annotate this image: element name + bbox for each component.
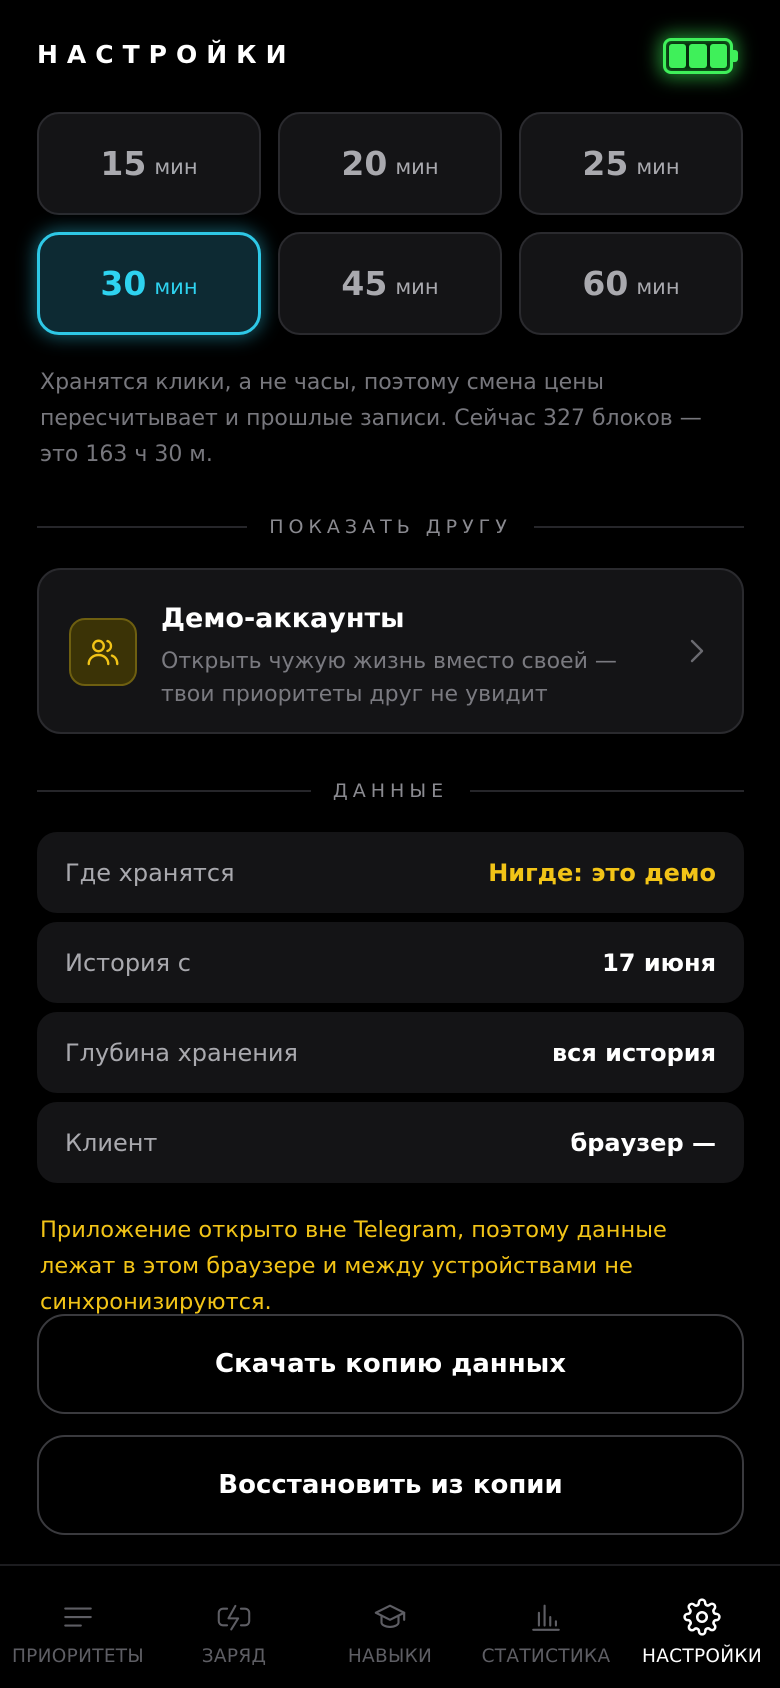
interval-option-60[interactable]: 60 мин: [519, 232, 743, 335]
tab-charge[interactable]: ЗАРЯД: [156, 1566, 312, 1688]
graduation-cap-icon: [372, 1596, 408, 1638]
tab-statistics[interactable]: СТАТИСТИКА: [468, 1566, 624, 1688]
demo-accounts-card[interactable]: Демо-аккаунты Открыть чужую жизнь вместо…: [37, 568, 744, 734]
interval-value: 60: [582, 264, 629, 303]
row-label: Где хранятся: [65, 858, 235, 887]
demo-card-title: Демо-аккаунты: [161, 603, 405, 634]
tab-settings[interactable]: НАСТРОЙКИ: [624, 1566, 780, 1688]
row-label: История с: [65, 948, 191, 977]
battery-full-icon: [663, 38, 738, 74]
interval-unit: мин: [154, 154, 198, 179]
interval-note: Хранятся клики, а не часы, поэтому смена…: [40, 370, 702, 467]
row-value: Нигде: это демо: [488, 858, 716, 887]
tab-label: НАСТРОЙКИ: [641, 1646, 762, 1667]
interval-unit: мин: [395, 154, 439, 179]
section-heading-data: ДАННЫЕ: [332, 780, 449, 802]
interval-unit: мин: [636, 154, 680, 179]
interval-value: 25: [582, 144, 629, 183]
row-label: Клиент: [65, 1128, 158, 1157]
restore-backup-button[interactable]: Восстановить из копии: [37, 1435, 744, 1535]
interval-option-20[interactable]: 20 мин: [278, 112, 502, 215]
data-info-list: Где хранятся Нигде: это демо История с 1…: [37, 832, 744, 1192]
data-row-client: Клиент браузер —: [37, 1102, 744, 1183]
interval-value: 30: [100, 264, 147, 303]
interval-selector: 15 мин 20 мин 25 мин 30 мин 45 мин 60 ми…: [37, 112, 744, 335]
chevron-right-icon: [686, 636, 706, 670]
interval-option-15[interactable]: 15 мин: [37, 112, 261, 215]
row-label: Глубина хранения: [65, 1038, 298, 1067]
data-row-retention: Глубина хранения вся история: [37, 1012, 744, 1093]
row-value: 17 июня: [602, 948, 716, 977]
gear-icon: [683, 1596, 721, 1638]
users-icon: [69, 618, 137, 686]
interval-unit: мин: [395, 274, 439, 299]
section-heading-share: ПОКАЗАТЬ ДРУГУ: [269, 516, 512, 538]
data-row-storage: Где хранятся Нигде: это демо: [37, 832, 744, 913]
interval-value: 45: [341, 264, 388, 303]
tab-skills[interactable]: НАВЫКИ: [312, 1566, 468, 1688]
interval-option-25[interactable]: 25 мин: [519, 112, 743, 215]
interval-option-30[interactable]: 30 мин: [37, 232, 261, 335]
section-divider-data: ДАННЫЕ: [37, 780, 744, 802]
tab-label: ЗАРЯД: [201, 1646, 267, 1667]
tab-label: НАВЫКИ: [347, 1646, 433, 1667]
tab-label: СТАТИСТИКА: [481, 1646, 611, 1667]
charge-icon: [216, 1596, 252, 1638]
bottom-tab-bar: ПРИОРИТЕТЫ ЗАРЯД НАВЫКИ СТАТИСТИКА НАСТР…: [0, 1564, 780, 1688]
demo-card-subtitle: Открыть чужую жизнь вместо своей — твои …: [161, 649, 617, 707]
sync-warning: Приложение открыто вне Telegram, поэтому…: [40, 1217, 667, 1315]
row-value: вся история: [551, 1038, 716, 1067]
row-value: браузер —: [570, 1128, 716, 1157]
data-row-history-since: История с 17 июня: [37, 922, 744, 1003]
interval-unit: мин: [636, 274, 680, 299]
tab-priorities[interactable]: ПРИОРИТЕТЫ: [0, 1566, 156, 1688]
bar-chart-icon: [528, 1596, 564, 1638]
interval-option-45[interactable]: 45 мин: [278, 232, 502, 335]
page-title: НАСТРОЙКИ: [37, 40, 296, 69]
tab-label: ПРИОРИТЕТЫ: [11, 1646, 145, 1667]
section-divider-share: ПОКАЗАТЬ ДРУГУ: [37, 516, 745, 538]
list-icon: [61, 1596, 95, 1638]
interval-value: 20: [341, 144, 388, 183]
interval-unit: мин: [154, 274, 198, 299]
interval-value: 15: [100, 144, 147, 183]
download-backup-button[interactable]: Скачать копию данных: [37, 1314, 744, 1414]
